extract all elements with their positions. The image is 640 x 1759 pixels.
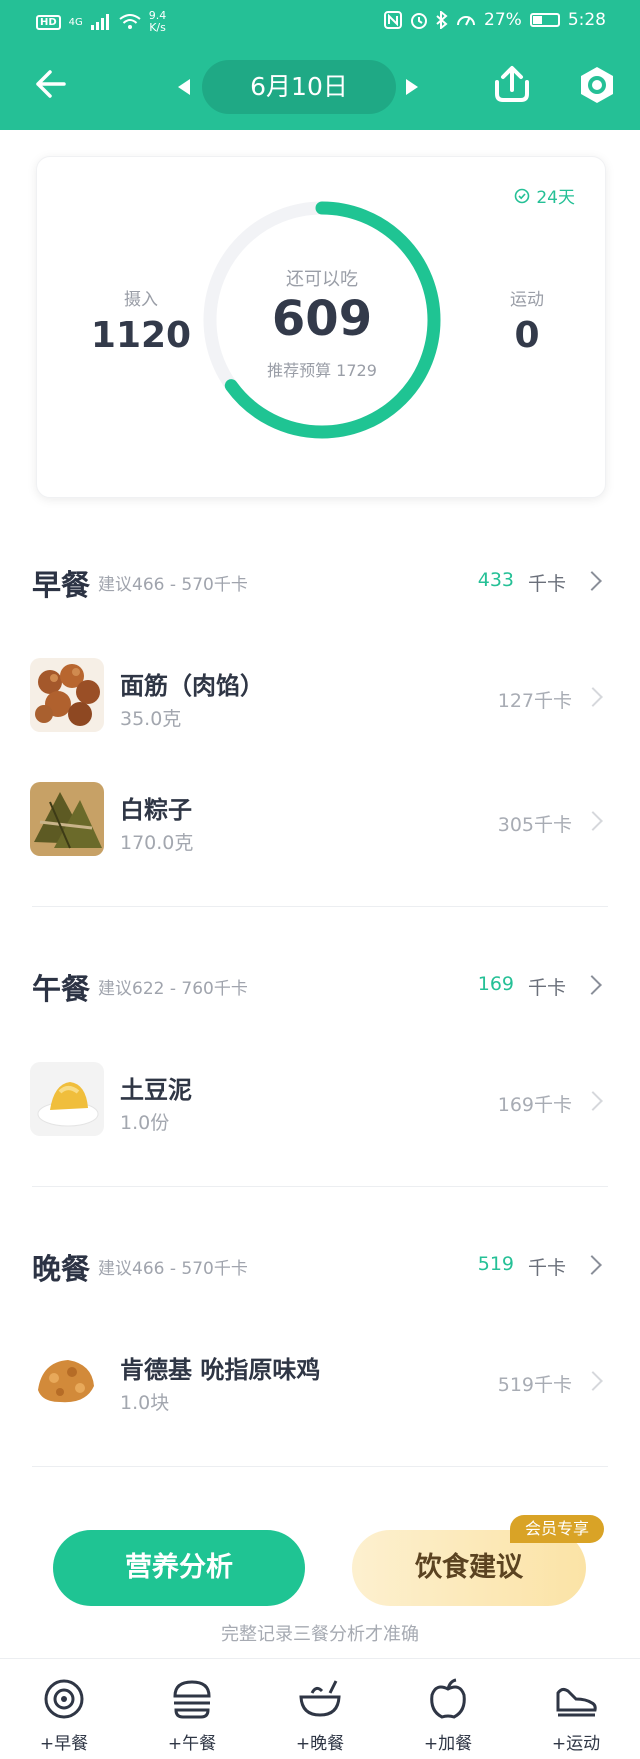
bottom-nav: +早餐 +午餐 +晚餐 +加餐 +运动 — [0, 1658, 640, 1759]
settings-icon[interactable] — [576, 64, 618, 106]
food-amount: 35.0克 — [120, 708, 182, 730]
battery-icon — [529, 13, 560, 27]
analysis-hint: 完整记录三餐分析才准确 — [221, 1624, 419, 1645]
tab-label: +运动 — [551, 1734, 601, 1754]
prev-day-icon[interactable] — [178, 79, 190, 95]
snack-icon — [430, 1678, 466, 1719]
next-day-icon[interactable] — [406, 79, 418, 95]
streak-badge[interactable]: 24天 — [514, 183, 575, 208]
net-speed: 9.4 K/s — [149, 10, 167, 34]
back-arrow-icon[interactable] — [30, 64, 70, 104]
lunch-icon — [173, 1680, 211, 1719]
battery-percent: 27% — [484, 10, 522, 30]
lunch-title[interactable]: 午餐 — [32, 966, 90, 1008]
breakfast-icon — [44, 1679, 84, 1719]
food-amount: 1.0块 — [120, 1392, 170, 1414]
food-name[interactable]: 面筋（肉馅） — [120, 666, 264, 701]
dinner-icon — [299, 1680, 341, 1717]
hd-badge: HD — [36, 14, 61, 30]
status-bar: HD 4G 9.4 K/s 27% 5:28 — [0, 0, 640, 44]
dinner-suggestion: 建议466 - 570千卡 — [98, 1259, 248, 1279]
exercise-value: 0 — [514, 315, 540, 356]
food-name[interactable]: 白粽子 — [120, 790, 192, 825]
status-right: 27% 5:28 — [384, 10, 606, 30]
food-image-zongzi[interactable] — [30, 782, 104, 856]
lunch-suggestion: 建议622 - 760千卡 — [98, 979, 248, 999]
remaining-label: 还可以吃 — [286, 269, 358, 290]
food-chevron-icon[interactable] — [583, 811, 603, 831]
food-kcal: 169千卡 — [497, 1094, 572, 1116]
clock: 5:28 — [567, 10, 606, 30]
fried-chicken-image — [30, 1342, 104, 1416]
nutrition-analysis-button[interactable]: 营养分析 — [53, 1530, 305, 1606]
tab-label: +午餐 — [167, 1734, 217, 1754]
bluetooth-icon — [436, 11, 448, 29]
breakfast-suggestion: 建议466 - 570千卡 — [98, 575, 248, 595]
nfc-icon — [384, 11, 403, 29]
alarm-icon — [411, 13, 428, 29]
signal-icon — [90, 14, 109, 30]
status-left: HD 4G 9.4 K/s — [36, 10, 166, 34]
fried-gluten-image — [30, 658, 104, 732]
budget-text: 推荐预算 1729 — [267, 361, 377, 380]
breakfast-chevron-icon[interactable] — [582, 571, 602, 591]
dinner-kcal: 519 — [477, 1253, 514, 1275]
streak-days: 24天 — [536, 188, 575, 208]
calorie-summary-card: 24天 摄入 1120 还可以吃 609 推荐预算 1729 运动 0 — [36, 156, 606, 498]
food-image-fried-chicken[interactable] — [30, 1342, 104, 1416]
dinner-chevron-icon[interactable] — [582, 1255, 602, 1275]
mashed-potato-image — [30, 1062, 104, 1136]
remaining-value: 609 — [271, 291, 373, 347]
food-name[interactable]: 肯德基 吮指原味鸡 — [120, 1350, 320, 1385]
dinner-kcal-unit: 千卡 — [527, 1257, 566, 1279]
food-amount: 1.0份 — [120, 1112, 170, 1134]
tab-add-dinner[interactable]: +晚餐 — [256, 1659, 384, 1759]
food-chevron-icon[interactable] — [583, 1091, 603, 1111]
breakfast-kcal: 433 — [477, 569, 514, 591]
data-saver-icon — [457, 16, 476, 26]
intake-value: 1120 — [90, 315, 192, 356]
exercise-label: 运动 — [510, 290, 544, 310]
intake-label: 摄入 — [124, 290, 158, 310]
breakfast-kcal-unit: 千卡 — [527, 573, 566, 595]
lunch-kcal: 169 — [477, 973, 514, 995]
tab-label: +加餐 — [423, 1734, 473, 1754]
tab-label: +晚餐 — [295, 1734, 345, 1754]
exercise-icon — [556, 1687, 597, 1717]
wifi-icon — [119, 14, 141, 29]
upload-icon[interactable] — [492, 64, 532, 104]
food-image-mashed-potato[interactable] — [30, 1062, 104, 1136]
tab-add-exercise[interactable]: +运动 — [512, 1659, 640, 1759]
lunch-kcal-unit: 千卡 — [527, 977, 566, 999]
food-name[interactable]: 土豆泥 — [120, 1070, 192, 1105]
food-chevron-icon[interactable] — [583, 1371, 603, 1391]
food-amount: 170.0克 — [120, 832, 194, 854]
section-divider — [32, 1466, 608, 1467]
tab-label: +早餐 — [39, 1734, 89, 1754]
food-kcal: 127千卡 — [497, 690, 572, 712]
breakfast-title[interactable]: 早餐 — [32, 562, 90, 604]
food-kcal: 519千卡 — [497, 1374, 572, 1396]
section-divider — [32, 906, 608, 907]
dinner-title[interactable]: 晚餐 — [32, 1246, 90, 1288]
date-selector[interactable]: 6月10日 — [202, 60, 396, 114]
food-image-mianjin[interactable] — [30, 658, 104, 732]
section-divider — [32, 1186, 608, 1187]
food-kcal: 305千卡 — [497, 814, 572, 836]
check-circle-icon — [515, 188, 530, 203]
network-type: 4G — [68, 16, 83, 28]
lunch-chevron-icon[interactable] — [582, 975, 602, 995]
tab-add-snack[interactable]: +加餐 — [384, 1659, 512, 1759]
vip-badge: 会员专享 — [510, 1515, 604, 1543]
tab-add-lunch[interactable]: +午餐 — [128, 1659, 256, 1759]
net-speed-unit: K/s — [149, 21, 166, 34]
tab-add-breakfast[interactable]: +早餐 — [0, 1659, 128, 1759]
food-chevron-icon[interactable] — [583, 687, 603, 707]
zongzi-image — [30, 782, 104, 856]
